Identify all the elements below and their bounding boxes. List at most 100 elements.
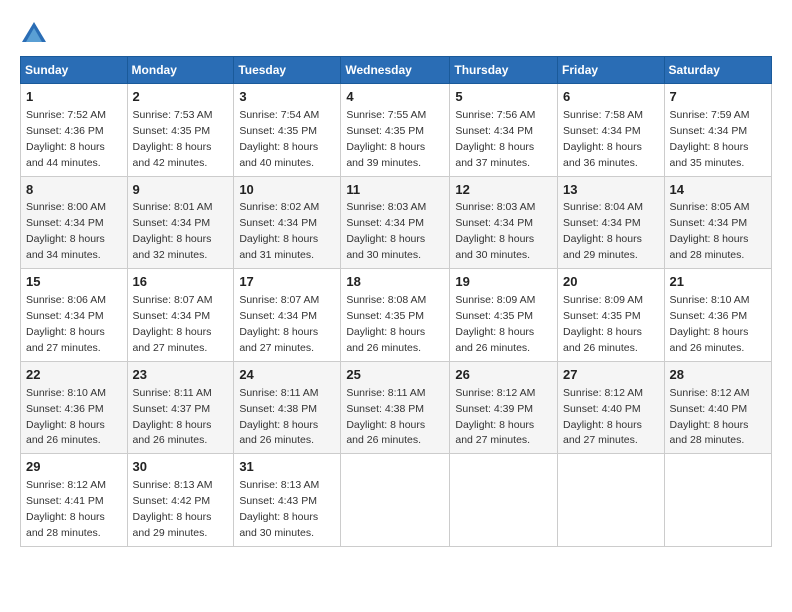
header — [20, 16, 772, 48]
sunset: Sunset: 4:34 PM — [563, 125, 641, 137]
sunrise: Sunrise: 8:11 AM — [346, 387, 425, 399]
week-row-3: 15Sunrise: 8:06 AMSunset: 4:34 PMDayligh… — [21, 269, 772, 362]
day-cell: 5 Sunrise: 7:56 AM Sunset: 4:34 PM Daylight… — [450, 84, 558, 177]
sunrise: Sunrise: 8:12 AM — [26, 479, 106, 491]
header-saturday: Saturday — [664, 57, 771, 84]
sunset: Sunset: 4:34 PM — [670, 217, 748, 229]
sunrise: Sunrise: 8:10 AM — [670, 294, 750, 306]
daylight: Daylight: 8 hours and 37 minutes. — [455, 141, 534, 169]
sunset: Sunset: 4:34 PM — [239, 310, 317, 322]
header-wednesday: Wednesday — [341, 57, 450, 84]
calendar: SundayMondayTuesdayWednesdayThursdayFrid… — [20, 56, 772, 547]
header-sunday: Sunday — [21, 57, 128, 84]
sunset: Sunset: 4:36 PM — [670, 310, 748, 322]
sunrise: Sunrise: 8:09 AM — [563, 294, 643, 306]
day-number: 20 — [563, 273, 659, 292]
day-cell: 8Sunrise: 8:00 AMSunset: 4:34 PMDaylight… — [21, 176, 128, 269]
sunrise: Sunrise: 8:03 AM — [346, 201, 426, 213]
sunrise: Sunrise: 8:04 AM — [563, 201, 643, 213]
daylight: Daylight: 8 hours and 34 minutes. — [26, 233, 105, 261]
daylight: Daylight: 8 hours and 36 minutes. — [563, 141, 642, 169]
header-thursday: Thursday — [450, 57, 558, 84]
day-number: 7 — [670, 88, 766, 107]
sunrise: Sunrise: 8:02 AM — [239, 201, 319, 213]
sunset: Sunset: 4:34 PM — [26, 310, 104, 322]
sunrise: Sunrise: 8:13 AM — [239, 479, 319, 491]
week-row-2: 8Sunrise: 8:00 AMSunset: 4:34 PMDaylight… — [21, 176, 772, 269]
sunset: Sunset: 4:34 PM — [455, 217, 533, 229]
day-cell: 18Sunrise: 8:08 AMSunset: 4:35 PMDayligh… — [341, 269, 450, 362]
sunrise: Sunrise: 8:13 AM — [133, 479, 213, 491]
daylight: Daylight: 8 hours and 28 minutes. — [670, 419, 749, 447]
header-tuesday: Tuesday — [234, 57, 341, 84]
day-number: 30 — [133, 458, 229, 477]
day-number: 9 — [133, 181, 229, 200]
day-cell: 9Sunrise: 8:01 AMSunset: 4:34 PMDaylight… — [127, 176, 234, 269]
day-cell: 2Sunrise: 7:53 AMSunset: 4:35 PMDaylight… — [127, 84, 234, 177]
sunrise: Sunrise: 8:10 AM — [26, 387, 106, 399]
sunrise: Sunrise: 8:08 AM — [346, 294, 426, 306]
daylight: Daylight: 8 hours and 26 minutes. — [563, 326, 642, 354]
daylight: Daylight: 8 hours and 27 minutes. — [563, 419, 642, 447]
day-cell: 15Sunrise: 8:06 AMSunset: 4:34 PMDayligh… — [21, 269, 128, 362]
logo-icon — [20, 20, 48, 48]
day-number: 3 — [239, 88, 335, 107]
day-number: 28 — [670, 366, 766, 385]
sunrise: Sunrise: 8:12 AM — [455, 387, 535, 399]
day-cell: 25Sunrise: 8:11 AMSunset: 4:38 PMDayligh… — [341, 361, 450, 454]
sunset: Sunset: 4:39 PM — [455, 403, 533, 415]
daylight: Daylight: 8 hours and 44 minutes. — [26, 141, 105, 169]
day-number: 22 — [26, 366, 122, 385]
day-cell: 13Sunrise: 8:04 AMSunset: 4:34 PMDayligh… — [558, 176, 665, 269]
sunset: Sunset: 4:38 PM — [346, 403, 424, 415]
sunrise: Sunrise: 8:07 AM — [239, 294, 319, 306]
day-cell: 19Sunrise: 8:09 AMSunset: 4:35 PMDayligh… — [450, 269, 558, 362]
sunrise: Sunrise: 7:54 AM — [239, 109, 319, 121]
daylight: Daylight: 8 hours and 29 minutes. — [133, 511, 212, 539]
sunrise: Sunrise: 7:53 AM — [133, 109, 213, 121]
page: SundayMondayTuesdayWednesdayThursdayFrid… — [0, 0, 792, 557]
day-number: 2 — [133, 88, 229, 107]
day-cell: 21Sunrise: 8:10 AMSunset: 4:36 PMDayligh… — [664, 269, 771, 362]
day-cell: 10Sunrise: 8:02 AMSunset: 4:34 PMDayligh… — [234, 176, 341, 269]
day-number: 27 — [563, 366, 659, 385]
daylight: Daylight: 8 hours and 26 minutes. — [670, 326, 749, 354]
daylight: Daylight: 8 hours and 27 minutes. — [239, 326, 318, 354]
day-cell: 1Sunrise: 7:52 AMSunset: 4:36 PMDaylight… — [21, 84, 128, 177]
daylight: Daylight: 8 hours and 30 minutes. — [239, 511, 318, 539]
day-cell: 14Sunrise: 8:05 AMSunset: 4:34 PMDayligh… — [664, 176, 771, 269]
day-number: 10 — [239, 181, 335, 200]
sunrise: Sunrise: 8:07 AM — [133, 294, 213, 306]
sunset: Sunset: 4:41 PM — [26, 495, 104, 507]
week-row-4: 22 Sunrise: 8:10 AM Sunset: 4:36 PM Dayligh… — [21, 361, 772, 454]
sunrise: Sunrise: 7:58 AM — [563, 109, 643, 121]
day-cell — [664, 454, 771, 547]
day-number: 11 — [346, 181, 444, 200]
day-number: 18 — [346, 273, 444, 292]
daylight: Daylight: 8 hours and 40 minutes. — [239, 141, 318, 169]
sunset: Sunset: 4:34 PM — [563, 217, 641, 229]
day-cell: 12Sunrise: 8:03 AMSunset: 4:34 PMDayligh… — [450, 176, 558, 269]
daylight: Daylight: 8 hours and 26 minutes. — [26, 419, 105, 447]
day-number: 6 — [563, 88, 659, 107]
day-cell: 7Sunrise: 7:59 AMSunset: 4:34 PMDaylight… — [664, 84, 771, 177]
sunset: Sunset: 4:35 PM — [563, 310, 641, 322]
day-cell: 20 Sunrise: 8:09 AM Sunset: 4:35 PM Dayligh… — [558, 269, 665, 362]
sunrise: Sunrise: 7:56 AM — [455, 109, 535, 121]
sunset: Sunset: 4:35 PM — [346, 125, 424, 137]
daylight: Daylight: 8 hours and 26 minutes. — [346, 419, 425, 447]
day-cell: 31Sunrise: 8:13 AMSunset: 4:43 PMDayligh… — [234, 454, 341, 547]
daylight: Daylight: 8 hours and 39 minutes. — [346, 141, 425, 169]
daylight: Daylight: 8 hours and 26 minutes. — [239, 419, 318, 447]
sunset: Sunset: 4:42 PM — [133, 495, 211, 507]
day-cell: 6 Sunrise: 7:58 AM Sunset: 4:34 PM Daylight… — [558, 84, 665, 177]
sunset: Sunset: 4:34 PM — [670, 125, 748, 137]
day-number: 13 — [563, 181, 659, 200]
sunset: Sunset: 4:37 PM — [133, 403, 211, 415]
sunrise: Sunrise: 7:52 AM — [26, 109, 106, 121]
sunset: Sunset: 4:36 PM — [26, 403, 104, 415]
sunset: Sunset: 4:34 PM — [455, 125, 533, 137]
sunrise: Sunrise: 8:12 AM — [563, 387, 643, 399]
day-number: 5 — [455, 88, 552, 107]
sunrise: Sunrise: 8:12 AM — [670, 387, 750, 399]
